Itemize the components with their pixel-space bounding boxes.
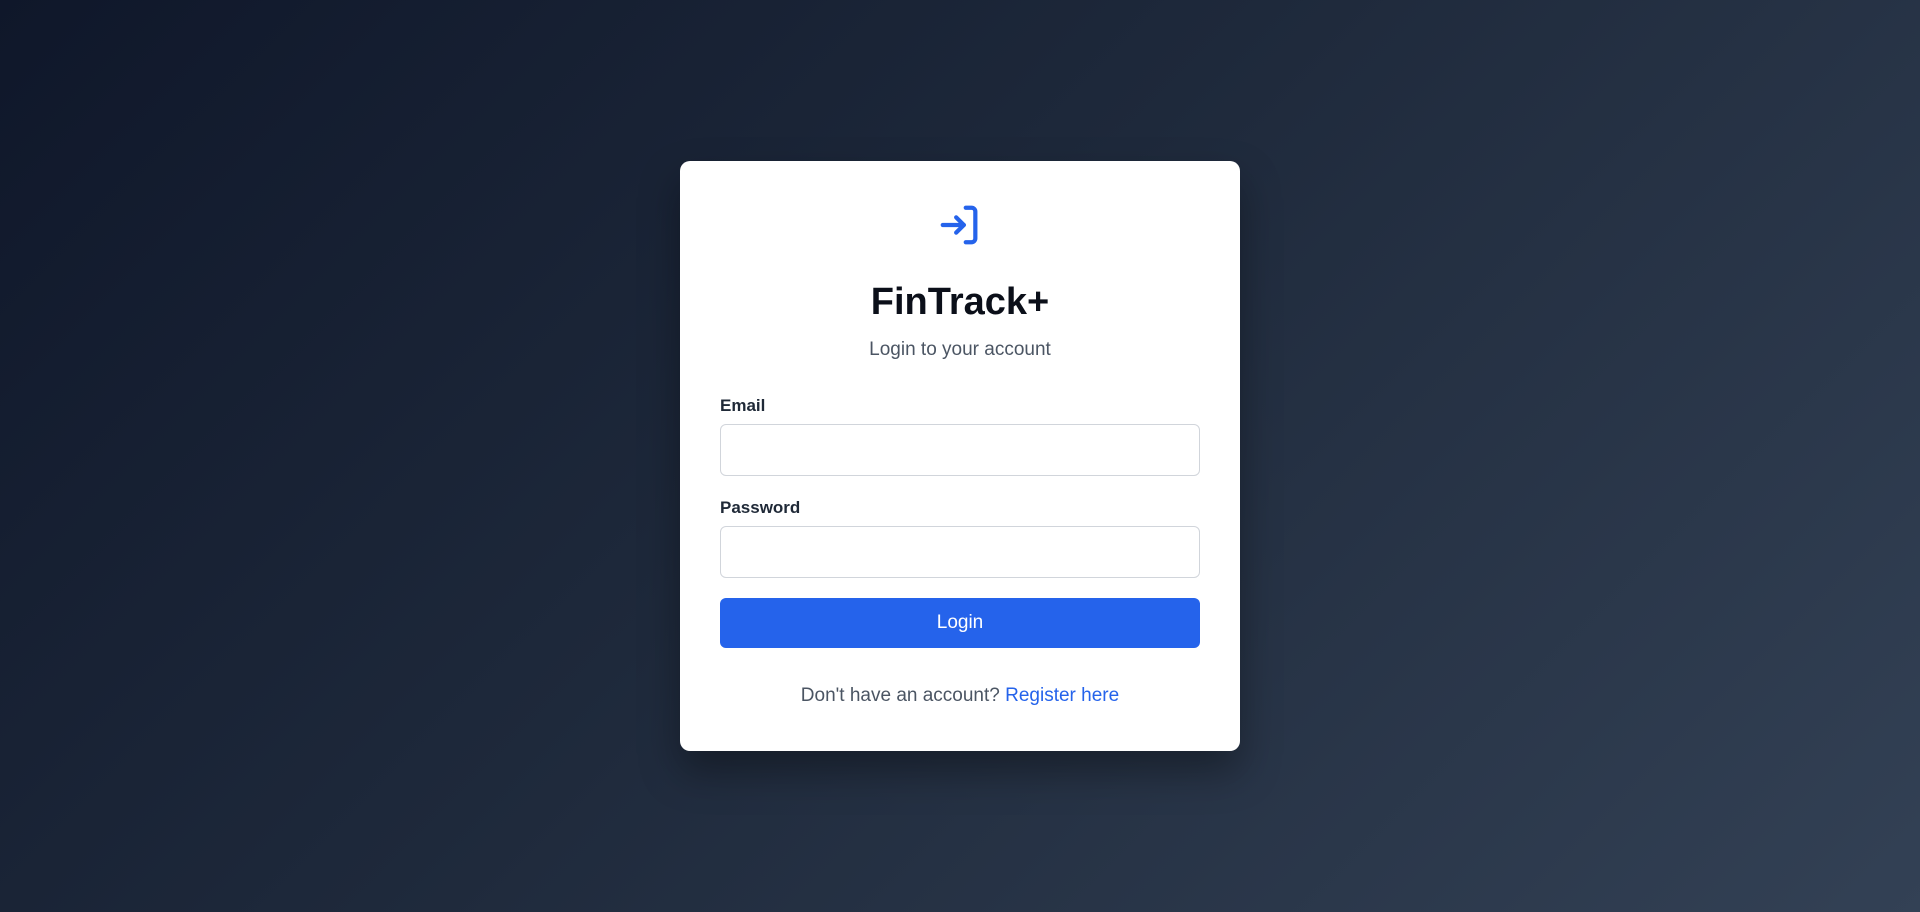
- login-form: Email Password Login: [720, 396, 1200, 648]
- login-button[interactable]: Login: [720, 598, 1200, 648]
- password-field[interactable]: [720, 526, 1200, 578]
- app-title: FinTrack+: [870, 281, 1050, 323]
- login-icon: [937, 202, 983, 248]
- logo: [720, 202, 1200, 248]
- email-field-group: Email: [720, 396, 1200, 476]
- register-link[interactable]: Register here: [1005, 685, 1119, 706]
- page-subtitle: Login to your account: [869, 339, 1051, 360]
- login-card: FinTrack+ Login to your account Email Pa…: [680, 161, 1240, 751]
- email-field[interactable]: [720, 424, 1200, 476]
- password-field-group: Password: [720, 498, 1200, 578]
- register-prompt: Don't have an account? Register here: [720, 684, 1200, 708]
- register-prompt-text: Don't have an account?: [800, 685, 1000, 706]
- email-label: Email: [720, 396, 766, 415]
- password-label: Password: [720, 498, 801, 517]
